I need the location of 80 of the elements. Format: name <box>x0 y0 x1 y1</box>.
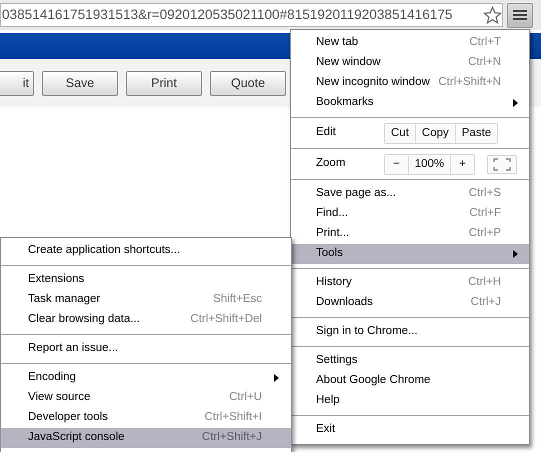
menu-item-label: Save page as... <box>316 186 397 202</box>
menu-item-label: Create application shortcuts... <box>28 243 182 258</box>
menu-item[interactable]: Sign in to Chrome... <box>291 322 529 342</box>
menu-item[interactable]: About Google Chrome <box>291 371 529 391</box>
menu-item-label: Extensions <box>28 272 86 288</box>
edit-button[interactable]: Copy <box>414 124 455 142</box>
menu-item-label: Task manager <box>28 292 102 308</box>
menu-item-label: Edit <box>316 125 337 140</box>
shortcut-text: Ctrl+Shift+J <box>202 430 262 446</box>
menu-item[interactable]: JavaScript console Ctrl+Shift+J <box>1 428 291 448</box>
menu-item[interactable]: Help <box>291 391 529 411</box>
menu-item[interactable]: Create application shortcuts... <box>1 241 291 261</box>
menu-item[interactable]: Save page as... Ctrl+S <box>291 184 529 204</box>
menu-item[interactable]: Report an issue... <box>1 339 291 359</box>
url-text: 038514161751931513&r=0920120535021100#8151920119203851416175 <box>1 6 454 24</box>
menu-item[interactable]: Task manager Shift+Esc <box>1 290 291 310</box>
menu-item-label: About Google Chrome <box>316 373 432 388</box>
shortcut-text: Ctrl+J <box>470 295 501 310</box>
menu-item-label: Help <box>316 393 341 408</box>
menu-item-label: History <box>316 275 353 290</box>
toolbar-button[interactable]: Print <box>126 70 202 96</box>
menu-item[interactable]: Find... Ctrl+F <box>291 204 529 224</box>
menu-item-label: Clear browsing data... <box>28 312 141 328</box>
toolbar-button[interactable]: Save <box>42 70 118 96</box>
shortcut-text: Ctrl+N <box>468 55 501 70</box>
shortcut-text: Ctrl+F <box>469 206 501 222</box>
menu-item-label: Zoom <box>316 156 346 172</box>
menu-item[interactable]: Developer tools Ctrl+Shift+I <box>1 408 291 428</box>
shortcut-text: Ctrl+H <box>468 275 501 290</box>
menu-item-label: Downloads <box>316 295 374 310</box>
shortcut-text: Ctrl+T <box>469 35 501 50</box>
menu-item-label: Developer tools <box>28 410 109 426</box>
menu-item[interactable]: Tools <box>291 244 529 264</box>
toolbar-button[interactable]: it <box>0 70 34 96</box>
shortcut-text: Ctrl+Shift+N <box>438 75 501 90</box>
menu-item-label: Tools <box>316 246 344 262</box>
menu-item-label: Exit <box>316 422 336 438</box>
menu-item[interactable]: Downloads Ctrl+J <box>291 293 529 313</box>
menu-item-label: New window <box>316 55 382 70</box>
zoom-button[interactable]: + <box>450 154 474 174</box>
address-bar[interactable]: 038514161751931513&r=0920120535021100#8151920119203851416175 <box>0 3 503 27</box>
menu-item[interactable]: Settings <box>291 351 529 371</box>
shortcut-text: Ctrl+P <box>468 226 501 242</box>
edit-button[interactable]: Cut <box>385 124 415 142</box>
edit-button[interactable]: Paste <box>454 124 498 142</box>
menu-icon <box>513 9 527 21</box>
menu-item-label: New tab <box>316 35 360 50</box>
menu-item-label: Settings <box>316 353 359 368</box>
menu-item-label: Encoding <box>28 370 77 386</box>
menu-item[interactable]: Exit <box>291 420 529 440</box>
menu-item-label: Print... <box>316 226 350 242</box>
menu-item[interactable]: Bookmarks <box>291 93 529 113</box>
menu-item-label: New incognito window <box>316 75 431 90</box>
menu-item-label: Sign in to Chrome... <box>316 324 419 340</box>
menu-item[interactable]: Print... Ctrl+P <box>291 224 529 244</box>
menu-item[interactable]: View source Ctrl+U <box>1 388 291 408</box>
shortcut-text: Shift+Esc <box>213 292 262 308</box>
toolbar-button[interactable]: Quote <box>210 70 286 96</box>
zoom-button[interactable]: − <box>385 154 408 174</box>
menu-item[interactable]: New window Ctrl+N <box>291 53 529 73</box>
shortcut-text: Ctrl+S <box>468 186 501 202</box>
shortcut-text: Ctrl+Shift+I <box>204 410 262 426</box>
shortcut-text: Ctrl+Shift+Del <box>190 312 262 328</box>
star-icon[interactable] <box>483 6 502 24</box>
menu-button[interactable] <box>507 2 533 28</box>
menu-item[interactable]: New tab Ctrl+T <box>291 33 529 53</box>
menu-item[interactable]: Extensions <box>1 270 291 290</box>
menu-item-label: Report an issue... <box>28 341 120 356</box>
menu-item-label: Find... <box>316 206 349 222</box>
menu-item[interactable]: Clear browsing data... Ctrl+Shift+Del <box>1 310 291 330</box>
menu-item-label: View source <box>28 390 92 406</box>
shortcut-text: Ctrl+U <box>229 390 262 406</box>
zoom-level: 100% <box>408 154 450 174</box>
menu-item[interactable]: New incognito window Ctrl+Shift+N <box>291 73 529 93</box>
menu-item[interactable]: Encoding <box>1 368 291 388</box>
menu-item-label: JavaScript console <box>28 430 126 446</box>
menu-item-label: Bookmarks <box>316 95 375 110</box>
fullscreen-button[interactable] <box>486 154 517 174</box>
menu-item[interactable]: History Ctrl+H <box>291 273 529 293</box>
fullscreen-icon <box>492 158 511 170</box>
